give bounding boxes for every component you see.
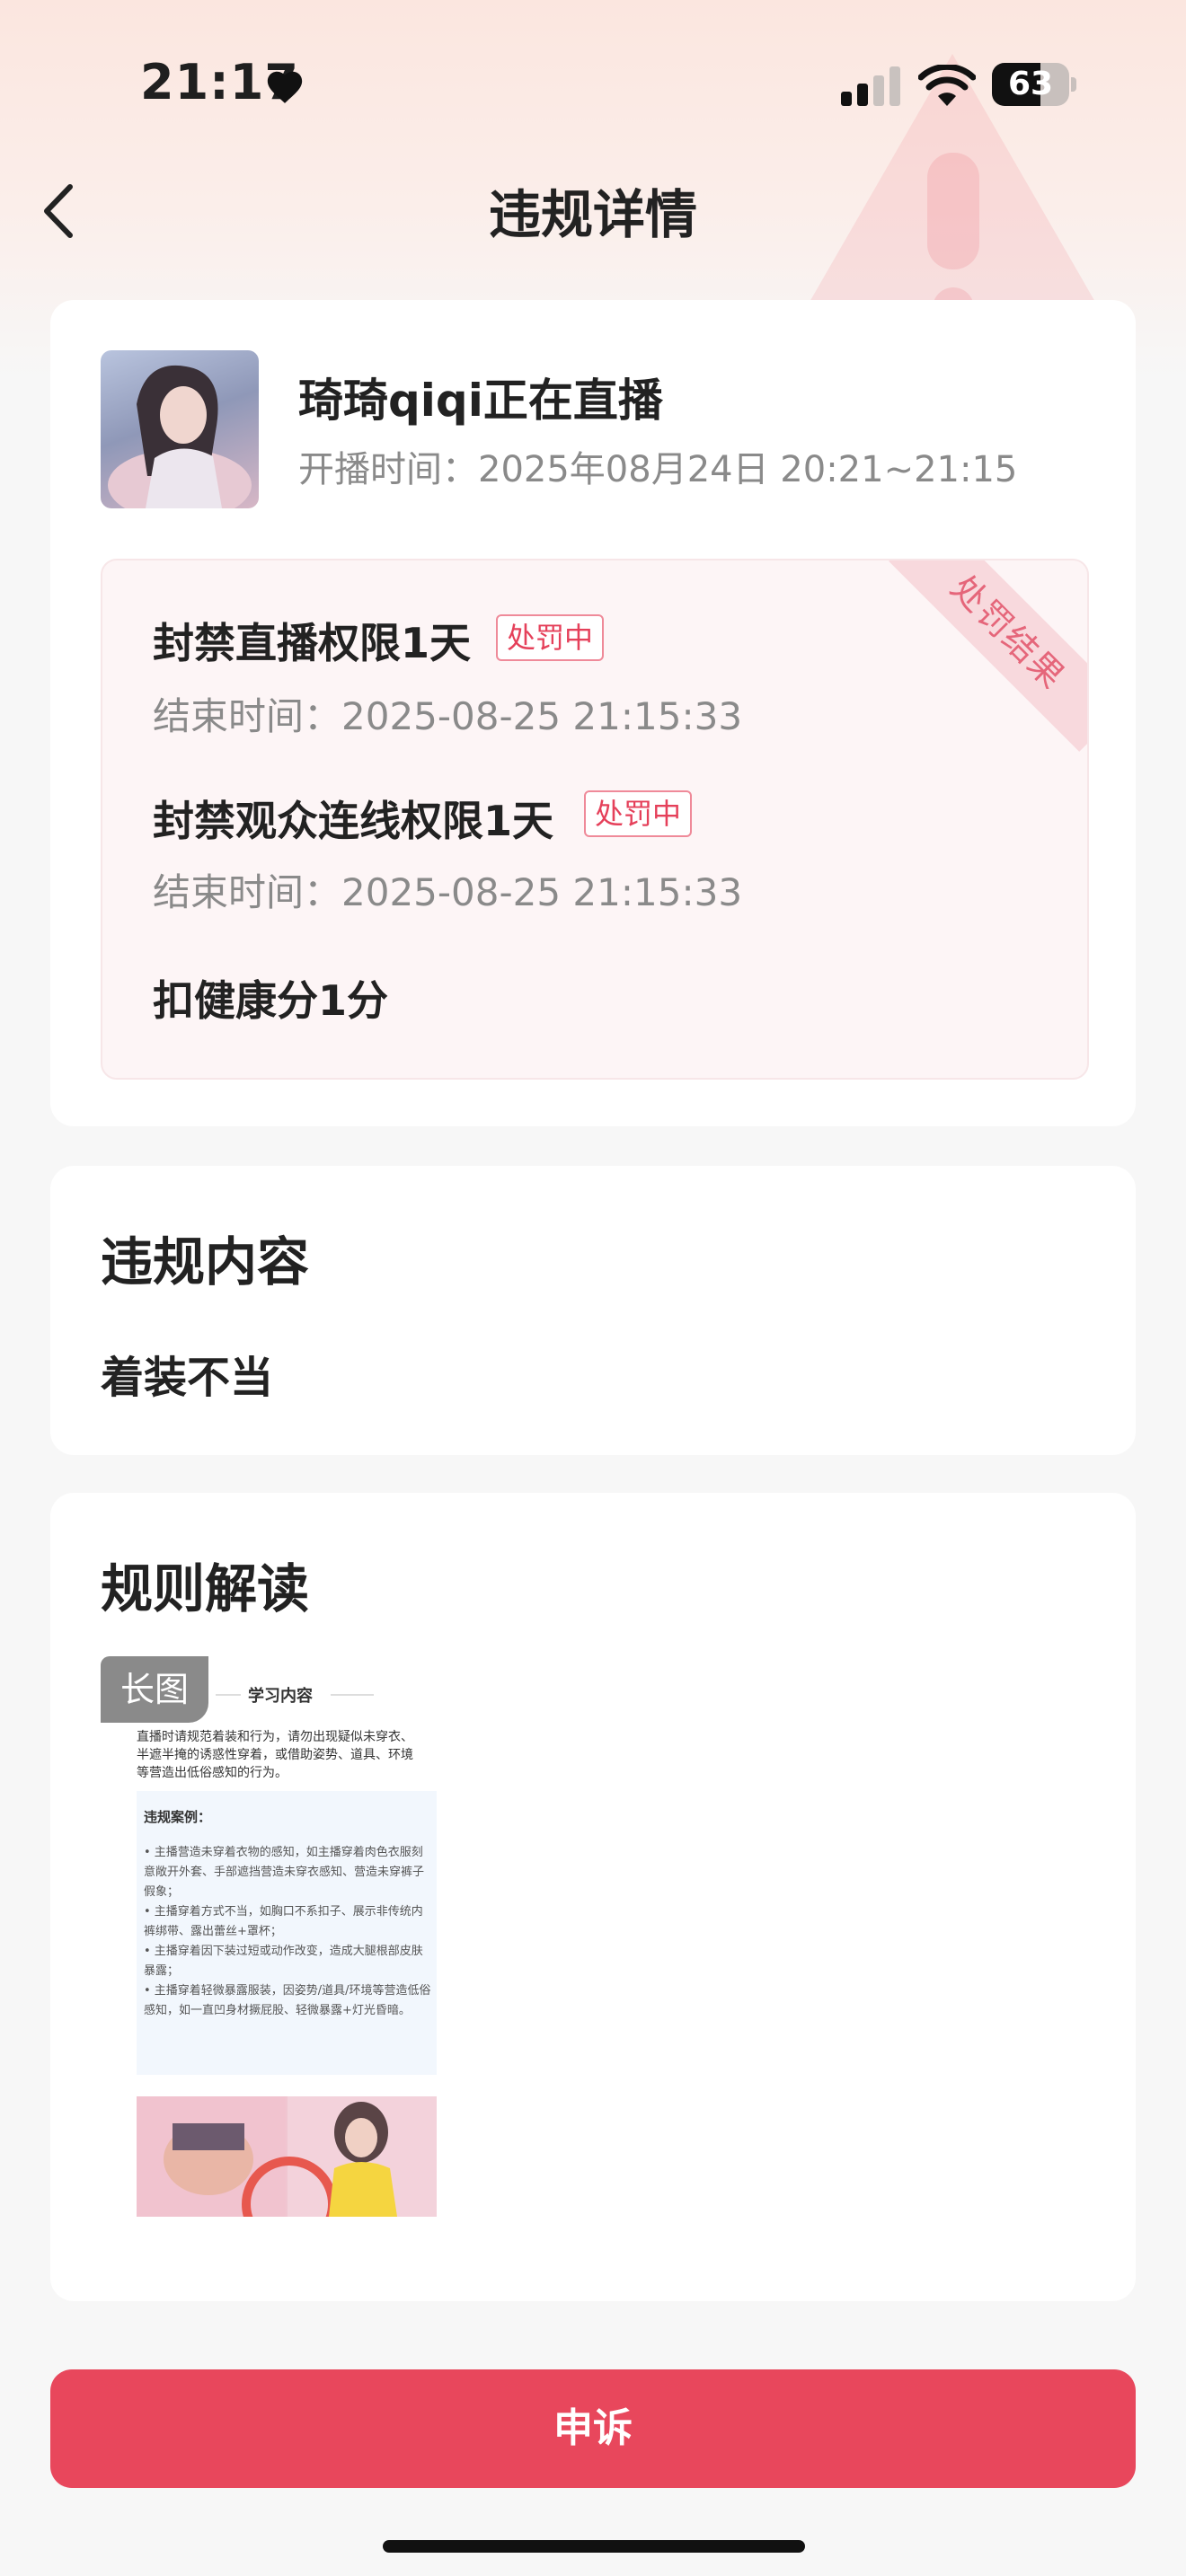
live-time: 开播时间：2025年08月24日 20:21~21:15 xyxy=(298,449,1018,490)
status-badge: 处罚中 xyxy=(584,790,693,837)
violation-title: 违规内容 xyxy=(101,1231,310,1292)
avatar-photo xyxy=(108,365,252,508)
page-title: 违规详情 xyxy=(488,184,697,245)
divider xyxy=(216,1694,241,1696)
violation-cases-panel: 违规案例： • 主播营造未穿着衣物的感知，如主播穿着肉色衣服刻意敞开外套、手部遮… xyxy=(137,1791,437,2075)
avatar[interactable] xyxy=(101,350,259,508)
cases-title: 违规案例： xyxy=(144,1809,212,1825)
penalty-card: 琦琦qiqi正在直播 开播时间：2025年08月24日 20:21~21:15 … xyxy=(50,300,1136,1126)
image-heading: 学习内容 xyxy=(248,1687,313,1706)
status-badge: 处罚中 xyxy=(496,614,605,661)
penalty-item-title: 封禁直播权限1天 xyxy=(153,619,472,667)
anchor-name: 琦琦qiqi正在直播 xyxy=(298,375,663,427)
example-illustrations xyxy=(137,2096,437,2217)
battery-percent: 63 xyxy=(1007,66,1054,102)
heart-icon xyxy=(267,71,303,103)
rules-long-image[interactable]: 学习内容 直播时请规范着装和行为，请勿出现疑似未穿衣、半遮半掩的诱惑性穿着，或借… xyxy=(101,1656,438,2231)
rules-card: 规则解读 学习内容 直播时请规范着装和行为，请勿出现疑似未穿衣、半遮半掩的诱惑性… xyxy=(50,1493,1136,2301)
rules-title: 规则解读 xyxy=(101,1558,310,1619)
penalty-end-time: 结束时间：2025-08-25 21:15:33 xyxy=(153,870,743,914)
wifi-icon xyxy=(918,65,976,106)
appeal-button[interactable]: 申诉 xyxy=(50,2369,1136,2488)
violation-content: 着装不当 xyxy=(101,1353,274,1403)
case-item: • 主播穿着因下装过短或动作改变，造成大腿根部皮肤暴露； xyxy=(144,1945,423,1978)
violation-card: 违规内容 着装不当 xyxy=(50,1166,1136,1455)
penalty-end-time: 结束时间：2025-08-25 21:15:33 xyxy=(153,694,743,738)
home-indicator[interactable] xyxy=(383,2540,805,2553)
case-item: • 主播穿着轻微暴露服装，因姿势/道具/环境等营造低俗感知，如一直凹身材撅屁股、… xyxy=(144,1984,431,2017)
divider xyxy=(331,1694,374,1696)
image-intro: 直播时请规范着装和行为，请勿出现疑似未穿衣、半遮半掩的诱惑性穿着，或借助姿势、道… xyxy=(137,1730,413,1780)
example-illustration xyxy=(137,2096,437,2217)
cellular-signal-icon xyxy=(841,66,900,106)
cases-list: • 主播营造未穿着衣物的感知，如主播穿着肉色衣服刻意敞开外套、手部遮挡营造未穿衣… xyxy=(144,1843,431,2021)
battery-icon: 63 xyxy=(992,63,1069,106)
penalty-result-ribbon: 处罚结果 xyxy=(889,560,1087,752)
penalty-result-box: 处罚结果 封禁直播权限1天 处罚中 结束时间：2025-08-25 21:15:… xyxy=(101,559,1089,1080)
long-image-tag: 长图 xyxy=(101,1656,208,1723)
case-item: • 主播穿着方式不当，如胸口不系扣子、展示非传统内裤绑带、露出蕾丝+罩杯； xyxy=(144,1905,423,1938)
penalty-item-title: 封禁观众连线权限1天 xyxy=(153,797,554,845)
battery-tip xyxy=(1071,77,1076,92)
case-item: • 主播营造未穿着衣物的感知，如主播穿着肉色衣服刻意敞开外套、手部遮挡营造未穿衣… xyxy=(144,1846,425,1899)
penalty-item-title: 扣健康分1分 xyxy=(153,976,389,1025)
